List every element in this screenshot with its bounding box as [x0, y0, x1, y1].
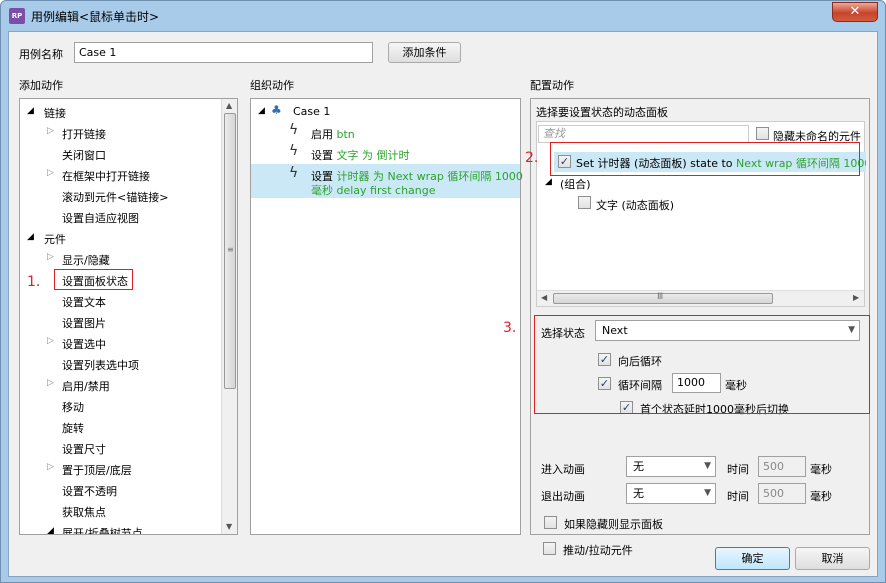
tree-item-set-size[interactable]: 设置尺寸 — [62, 441, 106, 457]
tree-item-enable-disable[interactable]: 启用/禁用 — [62, 378, 110, 394]
exit-time-unit: 毫秒 — [810, 490, 832, 503]
scroll-left-icon[interactable]: ◀ — [541, 293, 547, 302]
exit-anim-select[interactable]: 无 ▼ — [626, 483, 716, 504]
enter-time-unit: 毫秒 — [810, 463, 832, 476]
show-if-hidden-checkbox[interactable] — [544, 516, 557, 529]
lightning-icon: ϟ — [289, 122, 299, 138]
tree-item-bring-front-back[interactable]: 置于顶层/底层 — [62, 462, 132, 478]
action-detail: btn — [336, 128, 355, 141]
text-panel-checkbox[interactable] — [578, 196, 591, 209]
case-icon: ♣ — [271, 103, 282, 117]
expand-icon[interactable]: ▷ — [47, 168, 54, 178]
tree-item-move[interactable]: 移动 — [62, 399, 84, 415]
tree-item-focus[interactable]: 获取焦点 — [62, 504, 106, 520]
scroll-down-icon[interactable]: ▼ — [226, 522, 232, 531]
highlight-box-3 — [534, 315, 870, 414]
add-actions-scrollbar[interactable]: ▲ ≡ ▼ — [221, 99, 237, 534]
exit-anim-label: 退出动画 — [541, 490, 585, 503]
window-title: 用例编辑<鼠标单击时> — [31, 10, 160, 24]
chevron-down-icon: ▼ — [704, 461, 711, 471]
enter-time-label: 时间 — [727, 463, 749, 476]
title-bar: RP 用例编辑<鼠标单击时> ✕ — [1, 1, 885, 31]
expand-icon[interactable]: ▷ — [47, 378, 54, 388]
ok-button[interactable]: 确定 — [715, 547, 790, 570]
tree-item-set-text[interactable]: 设置文本 — [62, 294, 106, 310]
scroll-right-icon[interactable]: ▶ — [853, 293, 859, 302]
collapse-icon[interactable]: ◢ — [47, 526, 54, 534]
action-verb: 启用 — [311, 128, 333, 141]
expand-icon[interactable]: ▷ — [47, 336, 54, 346]
case-name-input[interactable]: Case 1 — [74, 42, 373, 63]
tree-item-set-image[interactable]: 设置图片 — [62, 315, 106, 331]
search-input[interactable]: 查找 — [538, 125, 749, 143]
collapse-icon[interactable]: ◢ — [27, 232, 34, 242]
action-detail-line2: 毫秒 delay first change — [311, 184, 436, 197]
enter-time-input[interactable]: 500 — [758, 456, 806, 477]
hide-unnamed-checkbox[interactable] — [756, 127, 769, 140]
tree-item-adaptive-view[interactable]: 设置自适应视图 — [62, 210, 139, 226]
add-condition-button[interactable]: 添加条件 — [388, 42, 461, 63]
organize-actions-header: 组织动作 — [250, 79, 294, 92]
collapse-icon[interactable]: ◢ — [258, 106, 265, 116]
action-verb: 设置 — [311, 149, 333, 162]
horizontal-scrollbar[interactable]: ◀ Ⅲ ▶ — [537, 290, 864, 306]
text-panel-label: 文字 (动态面板) — [596, 199, 675, 212]
tree-item-set-opacity[interactable]: 设置不透明 — [62, 483, 117, 499]
tree-item-open-link[interactable]: 打开链接 — [62, 126, 106, 142]
exit-time-input[interactable]: 500 — [758, 483, 806, 504]
chevron-down-icon: ▼ — [704, 488, 711, 498]
expand-icon[interactable]: ▷ — [47, 462, 54, 472]
exit-time-label: 时间 — [727, 490, 749, 503]
lightning-icon: ϟ — [289, 165, 299, 181]
collapse-icon[interactable]: ◢ — [27, 106, 34, 116]
action-set-text[interactable]: 设置 文字 为 倒计时 — [311, 147, 410, 163]
enter-anim-label: 进入动画 — [541, 463, 585, 476]
highlight-box-2 — [550, 142, 860, 176]
enter-anim-select[interactable]: 无 ▼ — [626, 456, 716, 477]
action-enable[interactable]: 启用 btn — [311, 126, 355, 142]
configure-actions-header: 配置动作 — [530, 79, 574, 92]
marker-1: 1. — [27, 274, 41, 290]
dialog-window: RP 用例编辑<鼠标单击时> ✕ 用例名称 Case 1 添加条件 添加动作 组… — [0, 0, 886, 583]
collapse-icon[interactable]: ◢ — [545, 177, 552, 187]
organize-actions-tree: ◢ ♣ Case 1 ϟ 启用 btn ϟ 设置 文字 为 倒计时 ϟ 设置 计… — [250, 98, 523, 535]
add-actions-header: 添加动作 — [19, 79, 63, 92]
group-label: (组合) — [560, 178, 591, 191]
tree-item-set-selected[interactable]: 设置选中 — [62, 336, 106, 352]
tree-item-expand-collapse-tree[interactable]: 展开/折叠树节点 — [62, 525, 143, 534]
tree-item-links[interactable]: 链接 — [44, 105, 66, 121]
tree-item-rotate[interactable]: 旋转 — [62, 420, 84, 436]
action-detail: 文字 为 倒计时 — [336, 149, 410, 162]
expand-icon[interactable]: ▷ — [47, 252, 54, 262]
expand-icon[interactable]: ▷ — [47, 126, 54, 136]
grip-icon: ≡ — [227, 245, 234, 254]
push-pull-label: 推动/拉动元件 — [563, 544, 633, 557]
tree-item-widgets[interactable]: 元件 — [44, 231, 66, 247]
scroll-up-icon[interactable]: ▲ — [226, 101, 232, 110]
lightning-icon: ϟ — [289, 143, 299, 159]
show-if-hidden-label: 如果隐藏则显示面板 — [564, 518, 663, 531]
tree-item-scroll-to[interactable]: 滚动到元件<锚链接> — [62, 189, 168, 205]
cancel-button[interactable]: 取消 — [795, 547, 870, 570]
tree-item-show-hide[interactable]: 显示/隐藏 — [62, 252, 110, 268]
app-icon: RP — [9, 8, 25, 24]
case-label[interactable]: Case 1 — [293, 105, 330, 118]
marker-3: 3. — [503, 320, 517, 336]
enter-anim-value: 无 — [633, 460, 644, 473]
case-name-label: 用例名称 — [19, 48, 63, 61]
close-button[interactable]: ✕ — [832, 2, 878, 22]
add-actions-tree: ◢ 链接 ▷ 打开链接 关闭窗口 ▷ 在框架中打开链接 滚动到元件<锚链接> 设… — [19, 98, 238, 535]
tree-item-open-in-frame[interactable]: 在框架中打开链接 — [62, 168, 150, 184]
push-pull-checkbox[interactable] — [543, 542, 556, 555]
panel-selection-title: 选择要设置状态的动态面板 — [536, 106, 668, 119]
tree-item-close-window[interactable]: 关闭窗口 — [62, 147, 106, 163]
marker-2: 2. — [525, 150, 539, 166]
tree-item-set-list-selection[interactable]: 设置列表选中项 — [62, 357, 139, 373]
grip-icon: Ⅲ — [657, 292, 664, 302]
dialog-body: 用例名称 Case 1 添加条件 添加动作 组织动作 配置动作 ◢ 链接 ▷ 打… — [8, 31, 878, 577]
exit-anim-value: 无 — [633, 487, 644, 500]
highlight-box-1 — [54, 269, 133, 290]
